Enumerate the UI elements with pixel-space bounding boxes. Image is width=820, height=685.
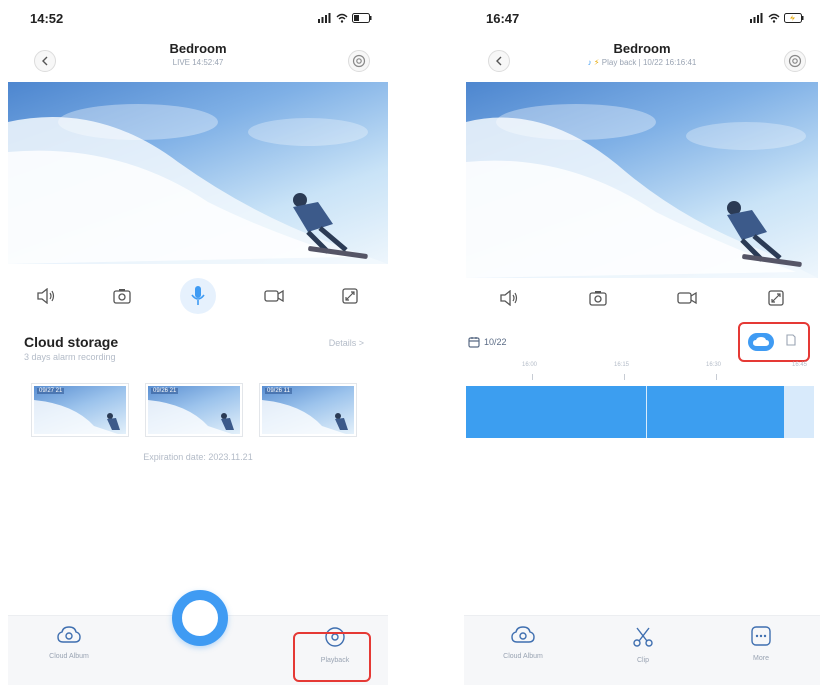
tick-mark [624, 374, 625, 380]
recording-timeline[interactable] [466, 386, 784, 438]
cloud-camera-icon [511, 626, 535, 643]
more-icon [751, 626, 771, 646]
selected-date: 10/22 [484, 337, 507, 347]
screen-header: Bedroom LIVE 14:52:47 [8, 36, 388, 80]
gear-icon [788, 54, 802, 68]
tick-mark [532, 374, 533, 380]
expiration-date: Expiration date: 2023.11.21 [143, 452, 253, 462]
signal-icon [318, 13, 331, 23]
source-toggle-highlight-box [738, 322, 810, 362]
tick-label: 16:00 [522, 362, 538, 368]
status-bar: 16:47 [464, 0, 820, 36]
recording-thumbnail[interactable]: 09/26 21 [146, 384, 242, 436]
status-icons [318, 13, 372, 23]
more-tab[interactable]: More [726, 626, 796, 662]
cloud-camera-icon [57, 626, 81, 643]
nav-label: Cloud Album [503, 653, 543, 660]
video-record-icon [264, 289, 284, 303]
cloud-album-tab[interactable]: Cloud Album [488, 626, 558, 660]
tick-label: 16:45 [792, 362, 808, 368]
recording-thumbnails: 09/27 21 09/26 21 09/26 11 [32, 384, 356, 436]
page-title: Bedroom [613, 41, 671, 56]
bottom-nav: Cloud Album Clip More [464, 615, 820, 685]
snapshot-button[interactable] [104, 278, 140, 314]
fullscreen-button[interactable] [758, 280, 794, 316]
battery-charging-icon [784, 13, 804, 23]
settings-button[interactable] [348, 50, 370, 72]
playback-timestamp: ♪ ⚡ Play back | 10/22 16:16:41 [464, 58, 820, 67]
recording-thumbnail[interactable]: 09/27 21 [32, 384, 128, 436]
wifi-icon [768, 13, 780, 23]
camera-icon [588, 291, 607, 306]
thumbnail-date: 09/26 11 [265, 388, 292, 394]
nav-label: More [753, 655, 769, 662]
battery-icon [352, 13, 372, 23]
live-toolbar [8, 276, 388, 316]
screen-header: Bedroom ♪ ⚡ Play back | 10/22 16:16:41 [464, 36, 820, 80]
scissors-icon [633, 627, 653, 647]
nav-label: Cloud Album [49, 653, 89, 660]
wifi-icon [336, 13, 348, 23]
thumbnail-date: 09/26 21 [151, 388, 179, 394]
status-time: 16:47 [486, 10, 520, 26]
cloud-storage-subtitle: 3 days alarm recording [24, 352, 116, 362]
timeline-cursor[interactable] [646, 386, 647, 438]
cloud-album-tab[interactable]: Cloud Album [34, 626, 104, 660]
clip-tab[interactable]: Clip [608, 626, 678, 664]
live-video[interactable] [8, 82, 388, 264]
audio-icon: ♪ [587, 58, 592, 67]
sound-button[interactable] [491, 280, 527, 316]
microphone-icon [191, 286, 205, 305]
speaker-icon [37, 288, 55, 304]
status-bar: 14:52 [8, 0, 388, 36]
snapshot-button[interactable] [580, 280, 616, 316]
timeline-empty-segment[interactable] [784, 386, 814, 438]
signal-icon [750, 13, 763, 23]
settings-button[interactable] [784, 50, 806, 72]
record-button[interactable] [256, 278, 292, 314]
gear-icon [352, 54, 366, 68]
calendar-icon [468, 337, 480, 348]
fullscreen-icon [767, 290, 784, 306]
thumbnail-date: 09/27 21 [37, 388, 65, 394]
playback-toolbar [464, 280, 820, 316]
nav-label: Clip [636, 657, 650, 664]
home-ring-button[interactable] [172, 590, 228, 646]
status-time: 14:52 [30, 10, 64, 26]
live-timestamp: LIVE 14:52:47 [172, 58, 224, 67]
video-record-icon [676, 291, 697, 305]
playback-video[interactable] [466, 82, 818, 278]
playback-screen: 16:47 Bedroom ♪ ⚡ Play back | 10/22 16:1… [464, 0, 820, 685]
fullscreen-button[interactable] [332, 278, 368, 314]
status-icons [750, 13, 804, 23]
record-button[interactable] [669, 280, 705, 316]
camera-icon [113, 289, 131, 304]
tick-label: 16:15 [614, 362, 630, 368]
timeline-ruler: 16:00 16:15 16:30 16:45 [464, 360, 820, 384]
motion-icon: ⚡ [593, 58, 600, 67]
live-view-screen: 14:52 Bedroom LIVE 14:52:47 Cloud storag… [8, 0, 388, 685]
details-link[interactable]: Details > [329, 338, 364, 348]
recording-thumbnail[interactable]: 09/26 11 [260, 384, 356, 436]
playback-timestamp-text: Play back | 10/22 16:16:41 [601, 58, 697, 67]
fullscreen-icon [342, 288, 358, 304]
talk-button[interactable] [180, 278, 216, 314]
sound-button[interactable] [28, 278, 64, 314]
snowboarder-scene [466, 104, 818, 278]
tick-label: 16:30 [706, 362, 722, 368]
snowboarder-scene [8, 104, 388, 264]
page-title: Bedroom [169, 41, 227, 56]
cloud-storage-title: Cloud storage [24, 334, 119, 350]
playback-highlight-box [293, 632, 371, 682]
speaker-icon [499, 290, 517, 306]
tick-mark [716, 374, 717, 380]
